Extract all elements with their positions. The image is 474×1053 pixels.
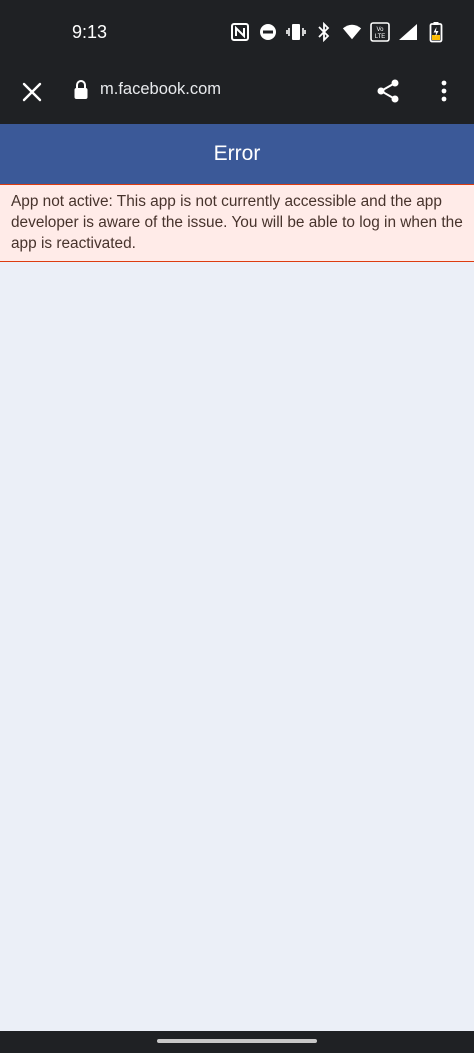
more-options-button[interactable] [426,73,462,109]
home-gesture-handle[interactable] [157,1039,317,1043]
more-vert-icon [441,80,447,102]
url-text[interactable]: m.facebook.com [100,80,221,99]
volte-icon: Vo LTE [370,21,390,43]
svg-text:Vo: Vo [376,27,384,33]
battery-charging-icon [426,21,446,43]
screen: 9:13 Vo LTE m.facebook.com Error App not… [0,0,474,1053]
status-time: 9:13 [72,22,108,42]
share-button[interactable] [370,73,406,109]
cell-signal-icon [398,21,418,43]
close-button[interactable] [14,74,50,110]
close-icon [22,82,42,102]
navigation-bar [0,1031,474,1053]
browser-toolbar: m.facebook.com [0,62,474,124]
lock-icon [74,80,88,99]
do-not-disturb-icon [258,21,278,43]
wifi-icon [342,21,362,43]
nfc-icon [230,21,250,43]
svg-text:LTE: LTE [375,34,386,40]
error-box: App not active: This app is not currentl… [0,184,474,262]
share-icon [377,79,399,103]
status-bar: 9:13 Vo LTE [0,0,474,62]
page-header: Error [0,124,474,184]
page-title: Error [213,142,261,165]
status-icons: Vo LTE [230,20,446,44]
error-message: App not active: This app is not currentl… [11,193,463,252]
vibrate-icon [286,21,306,43]
bluetooth-icon [314,21,334,43]
